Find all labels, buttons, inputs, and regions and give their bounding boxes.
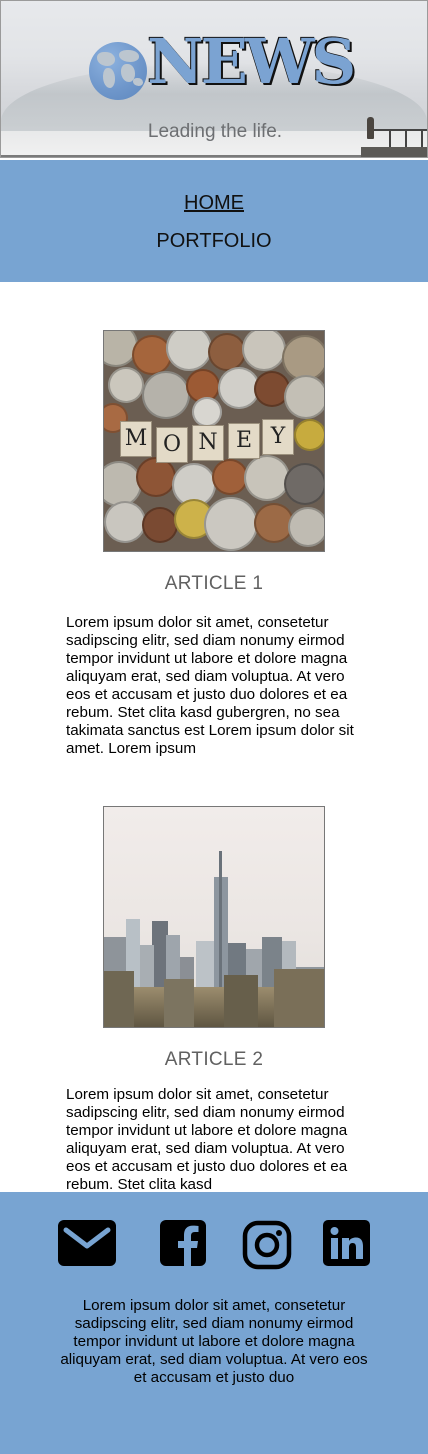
letter-tile: O	[156, 427, 188, 463]
letter-tile: Y	[262, 419, 294, 455]
railing-figure	[359, 117, 427, 157]
main-nav: HOME PORTFOLIO	[0, 160, 428, 282]
article-2-image[interactable]	[103, 806, 325, 1028]
letter-tile: E	[228, 423, 260, 459]
facebook-icon[interactable]	[160, 1220, 206, 1266]
letter-tile: M	[120, 421, 152, 457]
article-2-body: Lorem ipsum dolor sit amet, consetetur s…	[66, 1086, 348, 1193]
nav-link-portfolio[interactable]: PORTFOLIO	[0, 230, 428, 253]
instagram-icon[interactable]	[242, 1220, 292, 1270]
article-1-body: Lorem ipsum dolor sit amet, consetetur s…	[66, 614, 354, 757]
footer: Lorem ipsum dolor sit amet, consetetur s…	[0, 1192, 428, 1454]
article-2-title[interactable]: ARTICLE 2	[0, 1049, 428, 1071]
article-1-title[interactable]: ARTICLE 1	[0, 573, 428, 595]
site-logo[interactable]: NEWS	[89, 31, 356, 105]
linkedin-icon[interactable]	[323, 1220, 370, 1266]
mail-icon[interactable]	[58, 1220, 116, 1266]
globe-icon	[89, 42, 147, 100]
nav-link-home[interactable]: HOME	[0, 192, 428, 215]
article-1-image[interactable]: M O N E Y	[103, 330, 325, 552]
letter-tile: N	[192, 425, 224, 461]
header-banner: NEWS Leading the life.	[0, 0, 428, 158]
footer-text: Lorem ipsum dolor sit amet, consetetur s…	[60, 1297, 368, 1386]
logo-text: NEWS	[147, 25, 356, 98]
